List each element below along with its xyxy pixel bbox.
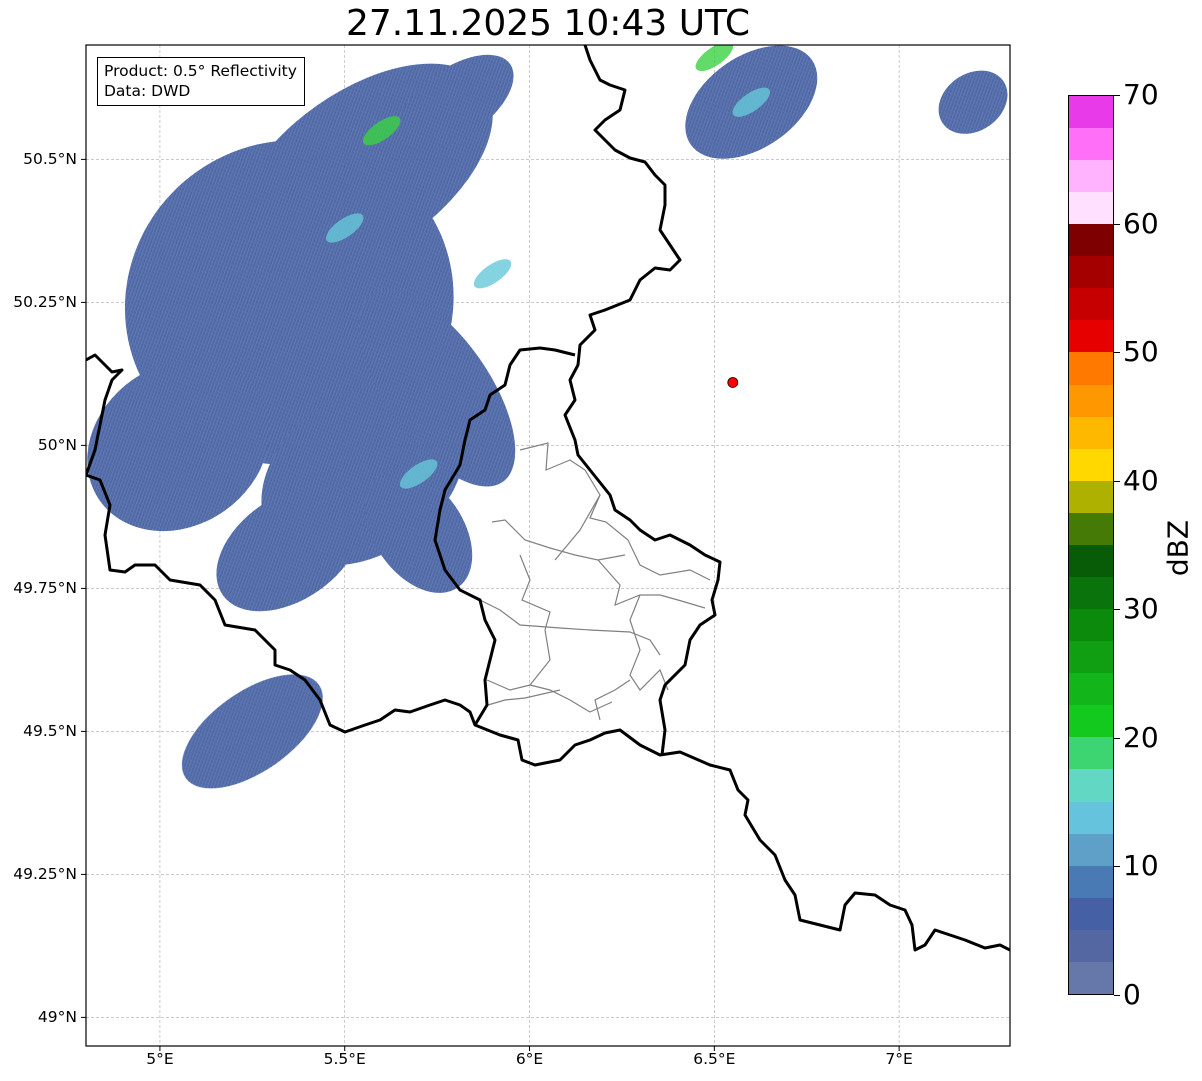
colorbar-swatch bbox=[1069, 929, 1113, 962]
colorbar-swatch bbox=[1069, 159, 1113, 193]
colorbar-swatch bbox=[1069, 673, 1113, 706]
colorbar-tick-label: 40 bbox=[1123, 463, 1159, 497]
colorbar-tick bbox=[1114, 480, 1120, 482]
lon-tick-label: 6.5°E bbox=[693, 1050, 736, 1068]
colorbar-tick-label: 30 bbox=[1123, 592, 1159, 626]
colorbar-swatch bbox=[1069, 192, 1113, 225]
colorbar-swatch bbox=[1069, 609, 1113, 642]
colorbar-swatch bbox=[1069, 961, 1113, 994]
colorbar-swatch bbox=[1069, 224, 1113, 257]
colorbar-swatch bbox=[1069, 576, 1113, 610]
colorbar-tick bbox=[1114, 995, 1120, 996]
colorbar-tick-label: 70 bbox=[1123, 78, 1159, 111]
product-info-box: Product: 0.5° Reflectivity Data: DWD bbox=[97, 57, 305, 106]
colorbar-swatch bbox=[1069, 705, 1113, 738]
lat-tick-label: 49.5°N bbox=[23, 722, 77, 741]
colorbar-swatch bbox=[1069, 480, 1113, 513]
colorbar-swatch bbox=[1069, 544, 1113, 577]
lon-tick-label: 5.5°E bbox=[323, 1050, 366, 1068]
colorbar-swatch bbox=[1069, 833, 1113, 866]
colorbar-tick bbox=[1114, 737, 1120, 739]
colorbar-tick bbox=[1114, 866, 1120, 868]
lat-tick-label: 49°N bbox=[37, 1008, 77, 1027]
colorbar-tick bbox=[1114, 609, 1120, 611]
colorbar-swatch bbox=[1069, 737, 1113, 770]
colorbar-swatch bbox=[1069, 256, 1113, 289]
colorbar-swatch bbox=[1069, 320, 1113, 353]
colorbar-swatch bbox=[1069, 865, 1113, 898]
colorbar-unit-label: dBZ bbox=[1161, 519, 1195, 577]
data-source-label: Data: DWD bbox=[104, 82, 191, 100]
colorbar-swatch bbox=[1069, 288, 1113, 321]
colorbar-tick-label: 50 bbox=[1123, 335, 1159, 369]
colorbar-tick-label: 60 bbox=[1123, 206, 1159, 240]
colorbar-swatch bbox=[1069, 352, 1113, 385]
lon-tick-label: 5°E bbox=[146, 1050, 174, 1068]
lat-tick-label: 49.75°N bbox=[13, 579, 77, 598]
lon-tick-label: 6°E bbox=[515, 1050, 544, 1068]
colorbar-tick bbox=[1114, 223, 1120, 225]
colorbar-swatch bbox=[1069, 95, 1113, 128]
lat-tick-label: 50.5°N bbox=[23, 150, 77, 169]
lat-tick-label: 50°N bbox=[37, 436, 77, 455]
colorbar-swatch bbox=[1069, 384, 1113, 417]
colorbar-swatch bbox=[1069, 897, 1113, 930]
product-label: Product: 0.5° Reflectivity bbox=[104, 62, 297, 80]
lon-tick-label: 7°E bbox=[885, 1050, 913, 1068]
colorbar-swatch bbox=[1069, 416, 1113, 449]
radar-site-marker bbox=[727, 377, 739, 388]
colorbar-swatch bbox=[1069, 769, 1113, 802]
colorbar-swatch bbox=[1069, 512, 1113, 545]
colorbar bbox=[1068, 95, 1114, 995]
colorbar-tick-label: 20 bbox=[1123, 720, 1159, 754]
colorbar-tick bbox=[1114, 352, 1120, 354]
colorbar-swatch bbox=[1069, 127, 1113, 160]
colorbar-swatch bbox=[1069, 801, 1113, 834]
lat-tick-label: 49.25°N bbox=[13, 865, 77, 884]
colorbar-tick-label: 10 bbox=[1123, 849, 1159, 883]
colorbar-tick-label: 0 bbox=[1123, 978, 1141, 1011]
lat-tick-label: 50.25°N bbox=[13, 293, 77, 312]
colorbar-swatch bbox=[1069, 641, 1113, 674]
colorbar-tick bbox=[1114, 95, 1120, 96]
colorbar-swatch bbox=[1069, 448, 1113, 481]
radar-map bbox=[81, 44, 1011, 1051]
